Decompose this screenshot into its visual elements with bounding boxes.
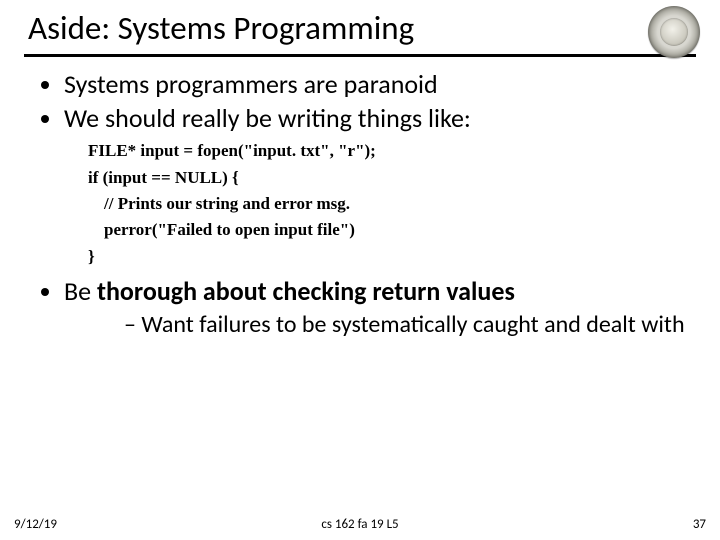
code-block: FILE* input = fopen("input. txt", "r"); … bbox=[88, 138, 690, 270]
bullet-3: Be thorough about checking return values… bbox=[64, 276, 690, 339]
footer-page-number: 37 bbox=[693, 517, 706, 532]
seal-icon bbox=[648, 6, 700, 58]
code-line-5: } bbox=[88, 244, 690, 270]
slide-body: Systems programmers are paranoid We shou… bbox=[0, 57, 720, 339]
bullet-2: We should really be writing things like: bbox=[64, 103, 690, 135]
sub-bullet-1: Want failures to be systematically caugh… bbox=[124, 310, 690, 339]
slide-title: Aside: Systems Programming bbox=[28, 8, 720, 48]
bullet-list: Systems programmers are paranoid We shou… bbox=[30, 69, 690, 134]
bullet-1: Systems programmers are paranoid bbox=[64, 69, 690, 101]
code-line-1: FILE* input = fopen("input. txt", "r"); bbox=[88, 138, 690, 164]
bullet-3-bold: thorough about checking return values bbox=[97, 275, 515, 307]
code-line-2: if (input == NULL) { bbox=[88, 165, 690, 191]
slide: Aside: Systems Programming Systems progr… bbox=[0, 0, 720, 540]
bullet-3-pre: Be bbox=[64, 275, 97, 307]
sub-bullet-list: Want failures to be systematically caugh… bbox=[64, 310, 690, 339]
code-line-4: perror("Failed to open input file") bbox=[88, 217, 690, 243]
slide-header: Aside: Systems Programming bbox=[0, 0, 720, 48]
code-line-3: // Prints our string and error msg. bbox=[88, 191, 690, 217]
footer-course: cs 162 fa 19 L5 bbox=[0, 517, 720, 532]
bullet-list-2: Be thorough about checking return values… bbox=[30, 276, 690, 339]
